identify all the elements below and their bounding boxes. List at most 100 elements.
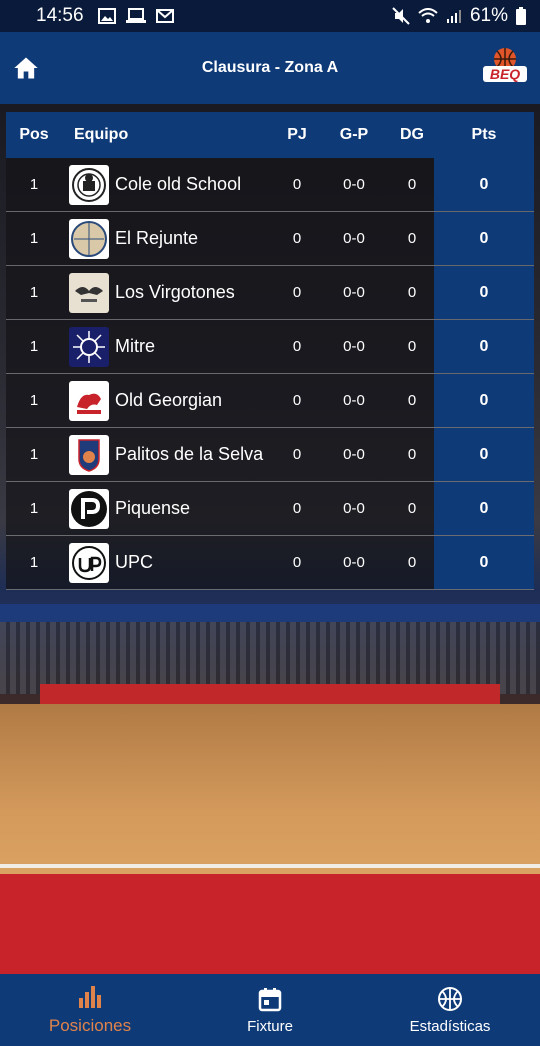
row-team: Mitre bbox=[62, 326, 276, 367]
row-dg: 0 bbox=[407, 500, 417, 517]
battery-percent: 61% bbox=[469, 5, 508, 26]
header-dg: DG bbox=[400, 126, 424, 143]
mail-icon bbox=[155, 9, 174, 23]
basketball-icon bbox=[438, 986, 462, 1011]
team-name: UPC bbox=[115, 552, 154, 572]
row-gp: 0-0 bbox=[343, 392, 365, 409]
row-pj: 0 bbox=[292, 554, 302, 571]
table-row[interactable]: 1 Old Georgian 0 0-0 0 0 bbox=[6, 374, 534, 428]
row-pts: 0 bbox=[434, 266, 534, 319]
row-pj: 0 bbox=[292, 230, 302, 247]
bar-chart-icon bbox=[79, 986, 101, 1008]
row-pj: 0 bbox=[292, 500, 302, 517]
upc-logo bbox=[69, 542, 109, 583]
arena-banner bbox=[0, 604, 540, 622]
team-name: Los Virgotones bbox=[115, 282, 235, 302]
piquense-logo bbox=[69, 488, 109, 529]
mute-icon bbox=[392, 7, 410, 25]
row-pts: 0 bbox=[434, 320, 534, 373]
row-team: Palitos de la Selva bbox=[62, 434, 276, 475]
old-georgian-logo bbox=[69, 380, 109, 421]
nav-label: Estadísticas bbox=[409, 1017, 491, 1035]
row-pos: 1 bbox=[29, 392, 39, 409]
status-left-icons bbox=[97, 8, 174, 24]
row-team: Old Georgian bbox=[62, 380, 276, 421]
row-pts: 0 bbox=[434, 212, 534, 265]
court-paint bbox=[0, 874, 540, 974]
nav-fixture[interactable]: Fixture bbox=[180, 974, 360, 1046]
row-pos: 1 bbox=[29, 500, 39, 517]
row-gp: 0-0 bbox=[343, 176, 365, 193]
standings-table: Pos Equipo PJ G-P DG Pts 1 Cole old Scho… bbox=[6, 112, 534, 590]
row-dg: 0 bbox=[407, 230, 417, 247]
row-pos: 1 bbox=[29, 230, 39, 247]
row-team: Los Virgotones bbox=[62, 272, 276, 313]
row-pos: 1 bbox=[29, 284, 39, 301]
status-bar: 14:56 61% bbox=[0, 0, 540, 32]
nav-label: Posiciones bbox=[48, 1016, 132, 1035]
home-icon[interactable] bbox=[12, 54, 40, 82]
court-line bbox=[0, 864, 540, 868]
row-gp: 0-0 bbox=[343, 554, 365, 571]
row-gp: 0-0 bbox=[343, 500, 365, 517]
table-row[interactable]: 1 El Rejunte 0 0-0 0 0 bbox=[6, 212, 534, 266]
page-title: Clausura - Zona A bbox=[201, 59, 339, 76]
cole-old-school-logo bbox=[69, 164, 109, 205]
row-pts: 0 bbox=[434, 428, 534, 481]
table-row[interactable]: 1 Mitre 0 0-0 0 0 bbox=[6, 320, 534, 374]
laptop-icon bbox=[125, 8, 146, 23]
signal-icon bbox=[446, 10, 461, 23]
team-name: El Rejunte bbox=[115, 228, 199, 248]
mitre-logo bbox=[69, 326, 109, 367]
nav-estadisticas[interactable]: Estadísticas bbox=[360, 974, 540, 1046]
team-name: Mitre bbox=[115, 336, 155, 356]
court-edge bbox=[40, 684, 500, 706]
status-right: 61% bbox=[392, 5, 526, 27]
header-pos: Pos bbox=[19, 126, 49, 143]
row-pts: 0 bbox=[434, 482, 534, 535]
table-row[interactable]: 1 Los Virgotones 0 0-0 0 0 bbox=[6, 266, 534, 320]
table-row[interactable]: 1 UPC 0 0-0 0 0 bbox=[6, 536, 534, 590]
row-dg: 0 bbox=[407, 392, 417, 409]
battery-icon bbox=[516, 7, 526, 25]
row-pj: 0 bbox=[292, 176, 302, 193]
row-pj: 0 bbox=[292, 338, 302, 355]
row-dg: 0 bbox=[407, 446, 417, 463]
app-bar: Clausura - Zona A BEQ bbox=[0, 32, 540, 104]
status-time: 14:56 bbox=[36, 5, 84, 26]
row-pts: 0 bbox=[434, 536, 534, 589]
el-rejunte-logo bbox=[69, 218, 109, 259]
row-pts: 0 bbox=[434, 158, 534, 211]
team-name: Cole old School bbox=[115, 174, 242, 194]
nav-label: Fixture bbox=[247, 1017, 293, 1035]
row-dg: 0 bbox=[407, 284, 417, 301]
row-pj: 0 bbox=[292, 392, 302, 409]
header-team: Equipo bbox=[74, 126, 129, 143]
image-icon bbox=[97, 8, 116, 24]
row-dg: 0 bbox=[407, 338, 417, 355]
nav-posiciones[interactable]: Posiciones bbox=[0, 974, 180, 1046]
wifi-icon bbox=[418, 8, 438, 23]
table-header: Pos Equipo PJ G-P DG Pts bbox=[6, 112, 534, 158]
row-gp: 0-0 bbox=[343, 230, 365, 247]
header-gp: G-P bbox=[339, 126, 369, 143]
row-pos: 1 bbox=[29, 554, 39, 571]
league-logo: BEQ bbox=[483, 48, 527, 82]
row-team: El Rejunte bbox=[62, 218, 276, 259]
header-pts: Pts bbox=[471, 126, 497, 143]
row-gp: 0-0 bbox=[343, 284, 365, 301]
los-virgotones-logo bbox=[69, 272, 109, 313]
row-pj: 0 bbox=[292, 284, 302, 301]
team-name: Piquense bbox=[115, 498, 191, 518]
row-team: UPC bbox=[62, 542, 276, 583]
row-pos: 1 bbox=[29, 446, 39, 463]
row-gp: 0-0 bbox=[343, 446, 365, 463]
table-row[interactable]: 1 Palitos de la Selva 0 0-0 0 0 bbox=[6, 428, 534, 482]
row-dg: 0 bbox=[407, 176, 417, 193]
header-pj: PJ bbox=[287, 126, 307, 143]
row-pj: 0 bbox=[292, 446, 302, 463]
row-pos: 1 bbox=[29, 338, 39, 355]
palitos-de-la-selva-logo bbox=[69, 434, 109, 475]
table-row[interactable]: 1 Piquense 0 0-0 0 0 bbox=[6, 482, 534, 536]
table-row[interactable]: 1 Cole old School 0 0-0 0 0 bbox=[6, 158, 534, 212]
